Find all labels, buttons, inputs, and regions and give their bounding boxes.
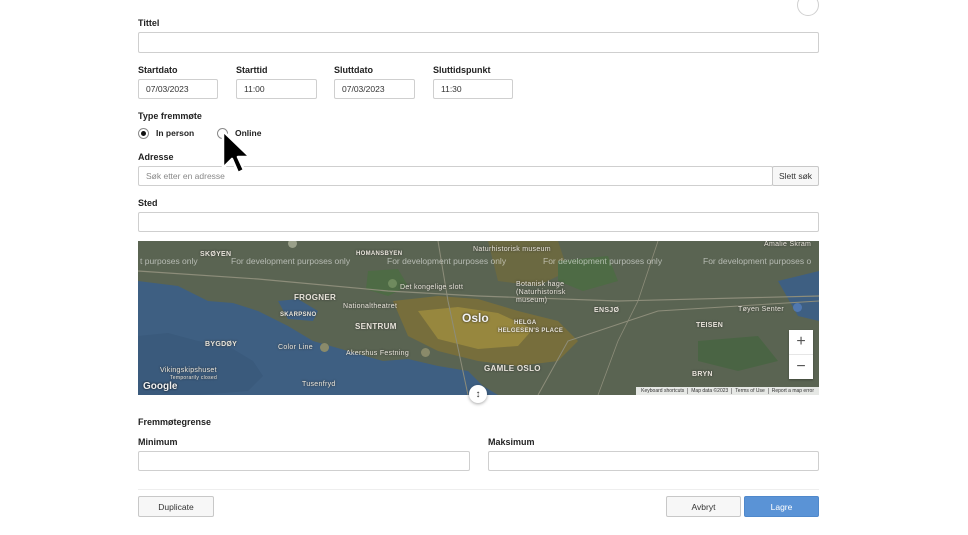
drag-handle-icon: ↕: [475, 388, 481, 400]
zoom-out-button[interactable]: −: [789, 355, 813, 379]
keyboard-shortcuts-link[interactable]: Keyboard shortcuts: [638, 388, 687, 394]
attendance-limit-label: Fremmøtegrense: [138, 417, 212, 427]
map-zoom-controls: + −: [789, 330, 813, 379]
place-input[interactable]: [138, 212, 819, 232]
cancel-button[interactable]: Avbryt: [666, 496, 741, 517]
end-time-label: Sluttidspunkt: [433, 65, 491, 75]
title-label: Tittel: [138, 18, 160, 28]
partial-close-icon[interactable]: [797, 0, 819, 16]
map-watermark: For development purposes only: [387, 256, 507, 266]
end-date-label: Sluttdato: [334, 65, 373, 75]
map-pin-icon[interactable]: [320, 343, 329, 352]
map-watermark: t purposes only: [140, 256, 198, 266]
duplicate-button[interactable]: Duplicate: [138, 496, 214, 517]
report-map-error-link[interactable]: Report a map error: [767, 388, 817, 394]
clear-search-button[interactable]: Slett søk: [772, 166, 819, 186]
map-watermark: For development purposes only: [231, 256, 351, 266]
start-date-label: Startdato: [138, 65, 178, 75]
maximum-input[interactable]: [488, 451, 819, 471]
map-label: TEISEN: [696, 322, 724, 329]
map-attribution: Keyboard shortcuts Map data ©2023 Terms …: [636, 387, 819, 395]
place-label: Sted: [138, 198, 158, 208]
start-date-input[interactable]: [138, 79, 218, 99]
radio-in-person-label: In person: [156, 128, 195, 138]
map-label: SKARPSNO: [280, 312, 317, 318]
start-time-input[interactable]: [236, 79, 317, 99]
map-label: BYGDØY: [205, 341, 238, 348]
zoom-in-button[interactable]: +: [789, 330, 813, 355]
minimum-input[interactable]: [138, 451, 470, 471]
save-button[interactable]: Lagre: [744, 496, 819, 517]
radio-in-person[interactable]: In person: [138, 127, 194, 139]
start-time-label: Starttid: [236, 65, 268, 75]
map-label: SKØYEN: [200, 251, 232, 258]
map-label: Naturhistorisk museum: [473, 246, 551, 253]
map-label: Akershus Festning: [346, 350, 410, 357]
map-label: Vikingskipshuset: [160, 367, 217, 374]
map-pin-icon[interactable]: [793, 303, 802, 312]
map-label: Botanisk hage (Naturhistorisk museum): [516, 281, 566, 304]
map-city-label: Oslo: [462, 311, 489, 325]
map-label: HOMANSBYEN: [356, 251, 403, 257]
attendance-type-label: Type fremmøte: [138, 111, 202, 121]
map-label: GAMLE OSLO: [484, 364, 541, 373]
google-logo[interactable]: Google: [143, 381, 177, 392]
map-label: Tøyen Senter: [738, 306, 785, 313]
map-label: HELGA: [514, 320, 537, 326]
map-label: Det kongelige slott: [400, 284, 464, 291]
map-pin-icon[interactable]: [388, 279, 397, 288]
map-label: FROGNER: [294, 293, 337, 302]
minimum-label: Minimum: [138, 437, 178, 447]
map-label: ENSJØ: [594, 307, 620, 314]
mouse-cursor-icon: [221, 129, 252, 175]
map-label: HELGESEN'S PLACE: [498, 328, 564, 334]
map-watermark: For development purposes only: [543, 256, 663, 266]
map-watermark: For development purposes o: [703, 256, 812, 266]
terms-of-use-link[interactable]: Terms of Use: [731, 388, 767, 394]
title-input[interactable]: [138, 32, 819, 53]
address-label: Adresse: [138, 152, 174, 162]
map-label: Nationaltheatret: [343, 303, 398, 310]
end-date-input[interactable]: [334, 79, 415, 99]
radio-in-person-circle[interactable]: [138, 127, 149, 139]
map-label: Color Line: [278, 344, 313, 351]
map-label: Amalie Skram: [764, 241, 812, 248]
map-data-text: Map data ©2023: [687, 388, 731, 394]
end-time-input[interactable]: [433, 79, 513, 99]
map-resize-handle[interactable]: ↕: [469, 385, 487, 403]
map-label: SENTRUM: [355, 322, 397, 331]
footer-divider: [138, 489, 819, 490]
maximum-label: Maksimum: [488, 437, 535, 447]
map[interactable]: t purposes only For development purposes…: [138, 241, 819, 395]
map-label: BRYN: [692, 371, 713, 378]
map-pin-icon[interactable]: [421, 348, 430, 357]
map-label: Tusenfryd: [302, 381, 336, 388]
